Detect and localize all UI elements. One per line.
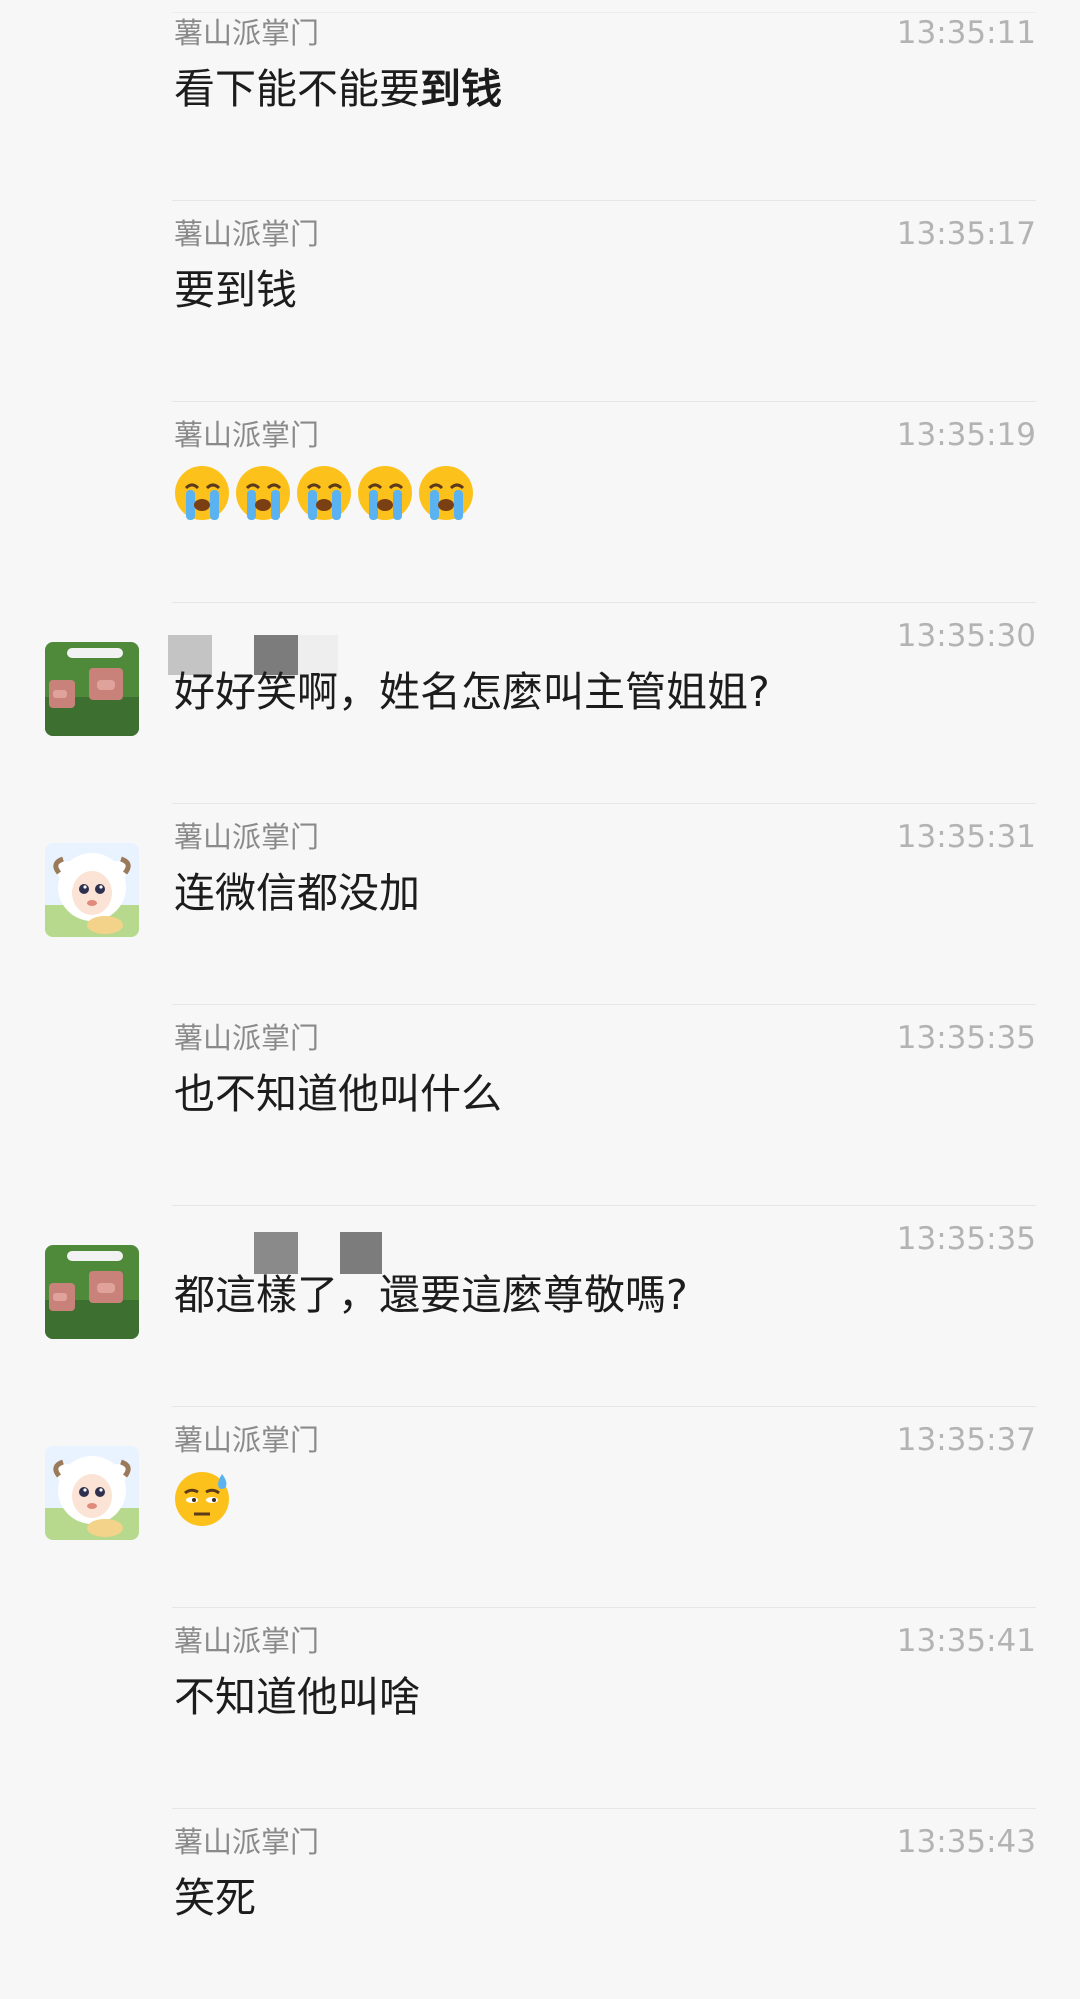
message-time: 13:35:41 <box>896 1623 1036 1659</box>
message-text: 不知道他叫啥 <box>174 1673 420 1721</box>
avatar[interactable] <box>45 1446 139 1540</box>
sender-name: 薯山派掌门 <box>174 217 320 251</box>
chat-message[interactable]: 薯山派掌门 13:35:19 <box>0 402 1080 603</box>
sender-name: 薯山派掌门 <box>174 1021 320 1055</box>
avatar[interactable] <box>45 1245 139 1339</box>
message-text: 笑死 <box>174 1874 256 1922</box>
sender-name: 薯山派掌门 <box>174 1423 320 1457</box>
sender-name: 薯山派掌门 <box>174 16 320 50</box>
message-time: 13:35:17 <box>896 216 1036 252</box>
sender-name: 薯山派掌门 <box>174 1624 320 1658</box>
loudly-crying-face-icon <box>355 461 416 525</box>
message-text: 都這樣了，還要這麼尊敬嗎? <box>174 1271 688 1319</box>
message-time: 13:35:30 <box>896 618 1036 654</box>
message-text: 好好笑啊，姓名怎麼叫主管姐姐? <box>174 668 770 716</box>
chat-message[interactable]: 薯山派掌门 13:35:31 连微信都没加 <box>0 804 1080 1005</box>
emoji-row <box>172 461 477 525</box>
loudly-crying-face-icon <box>172 461 233 525</box>
pig-avatar-icon <box>45 642 139 736</box>
message-text: 看下能不能要到钱 <box>174 60 502 118</box>
emoji-row <box>172 1466 233 1530</box>
message-text: 要到钱 <box>174 266 297 314</box>
cold-sweat-face-icon <box>172 1466 233 1530</box>
avatar[interactable] <box>45 843 139 937</box>
loudly-crying-face-icon <box>416 461 477 525</box>
chat-message[interactable]: 薯山派掌门 13:35:41 不知道他叫啥 <box>0 1608 1080 1809</box>
message-text: 也不知道他叫什么 <box>174 1070 502 1118</box>
message-time: 13:35:31 <box>896 819 1036 855</box>
loudly-crying-face-icon <box>294 461 355 525</box>
message-time: 13:35:35 <box>896 1221 1036 1257</box>
chat-message[interactable]: 薯山派掌门 13:35:37 <box>0 1407 1080 1608</box>
sender-name: 薯山派掌门 <box>174 820 320 854</box>
sheep-avatar-icon <box>45 1446 139 1540</box>
sheep-avatar-icon <box>45 843 139 937</box>
sender-name: 薯山派掌门 <box>174 1825 320 1859</box>
loudly-crying-face-icon <box>233 461 294 525</box>
message-text-part: 看下能不能要 <box>174 65 420 113</box>
message-text: 连微信都没加 <box>174 869 420 917</box>
chat-message[interactable]: 薯山派掌门 13:35:17 要到钱 <box>0 201 1080 402</box>
chat-message[interactable]: 薯山派掌门 13:35:35 也不知道他叫什么 <box>0 1005 1080 1206</box>
message-text-emphasis: 到钱 <box>420 65 502 113</box>
message-time: 13:35:43 <box>896 1824 1036 1860</box>
chat-message[interactable]: 13:35:35 都這樣了，還要這麼尊敬嗎? <box>0 1206 1080 1407</box>
message-time: 13:35:35 <box>896 1020 1036 1056</box>
avatar[interactable] <box>45 642 139 736</box>
sender-name: 薯山派掌门 <box>174 418 320 452</box>
chat-message[interactable]: 薯山派掌门 13:35:43 笑死 <box>0 1809 1080 1999</box>
pig-avatar-icon <box>45 1245 139 1339</box>
message-time: 13:35:37 <box>896 1422 1036 1458</box>
message-time: 13:35:19 <box>896 417 1036 453</box>
chat-message[interactable]: 薯山派掌门 13:35:11 看下能不能要到钱 <box>0 0 1080 201</box>
chat-message[interactable]: 13:35:30 好好笑啊，姓名怎麼叫主管姐姐? <box>0 603 1080 804</box>
message-time: 13:35:11 <box>896 15 1036 51</box>
